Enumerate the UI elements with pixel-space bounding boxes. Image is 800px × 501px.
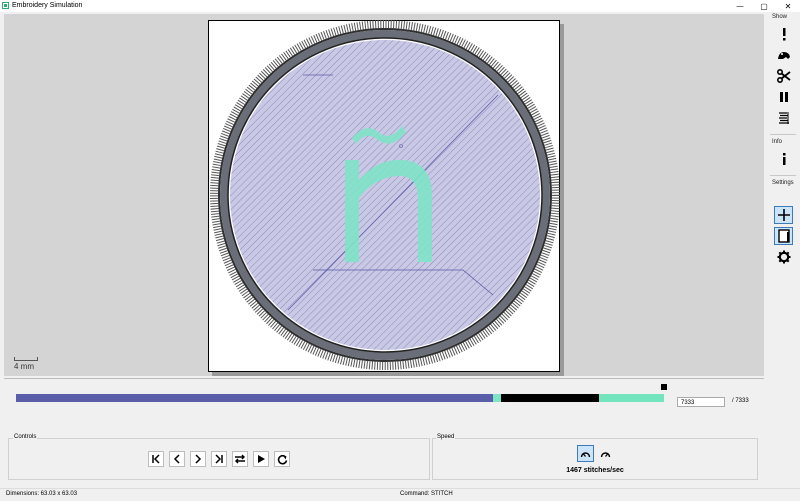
speed-label: Speed (436, 434, 456, 440)
progress-segment (16, 394, 493, 402)
swap-direction-icon (235, 454, 245, 464)
maximize-icon: ▢ (760, 1, 768, 11)
toggle-jumps-button[interactable] (774, 46, 793, 64)
toggle-trims-button[interactable] (774, 67, 793, 85)
minimize-button[interactable]: — (728, 0, 752, 12)
slower-button[interactable] (577, 445, 594, 462)
progress-segment (493, 394, 501, 402)
scale-bar (14, 357, 38, 361)
progress-slider-handle[interactable] (661, 384, 667, 390)
crosshair-icon (777, 209, 790, 221)
current-stitch-input[interactable]: 7333 (677, 397, 725, 407)
swap-direction-button[interactable] (232, 451, 248, 467)
scale-label: 4 mm (14, 362, 34, 371)
close-button[interactable]: ✕ (776, 0, 800, 12)
step-forward-button[interactable] (190, 451, 206, 467)
stitch-list-icon (778, 112, 789, 124)
scissors-icon (776, 69, 791, 83)
skip-to-end-icon (215, 454, 223, 464)
fill-stitch-area (230, 40, 540, 350)
warning-icon (782, 28, 785, 41)
info-button[interactable] (774, 150, 793, 168)
settings-button[interactable] (774, 248, 793, 266)
show-section-label: Show (772, 14, 788, 20)
play-icon (258, 455, 265, 463)
info-icon (782, 153, 785, 165)
toggle-crosshair-button[interactable] (774, 206, 793, 224)
gear-icon (777, 250, 790, 264)
status-command: Command: STITCH (400, 491, 453, 497)
skip-to-end-button[interactable] (211, 451, 227, 467)
pause-icon (779, 92, 788, 102)
window-title: Embroidery Simulation (12, 2, 83, 9)
app-icon (2, 2, 9, 9)
restart-button[interactable] (274, 451, 290, 467)
step-back-button[interactable] (169, 451, 185, 467)
controls-label: Controls (13, 434, 38, 440)
progress-segment (501, 394, 599, 402)
refresh-icon (277, 454, 287, 464)
faster-icon (600, 451, 611, 457)
slower-icon (580, 451, 591, 457)
step-forward-icon (195, 454, 202, 464)
info-section-label: Info (772, 139, 783, 145)
status-dimensions: Dimensions: 63.03 x 63.03 (6, 491, 78, 497)
toggle-page-button[interactable] (774, 227, 793, 245)
page-icon (777, 229, 790, 243)
settings-section-label: Settings (772, 180, 794, 186)
play-button[interactable] (253, 451, 269, 467)
step-back-icon (173, 454, 180, 464)
toggle-stops-button[interactable] (774, 88, 793, 106)
skip-to-start-icon (152, 454, 160, 464)
sidebar-divider (770, 175, 796, 176)
toggle-warnings-button[interactable] (774, 25, 793, 43)
minimize-icon: — (736, 2, 744, 10)
embroidery-design (210, 20, 560, 370)
close-icon: ✕ (784, 1, 792, 11)
sidebar-divider (770, 134, 796, 135)
progress-track[interactable] (16, 394, 664, 402)
skip-to-start-button[interactable] (148, 451, 164, 467)
panel-divider (4, 378, 764, 379)
frog-icon (777, 52, 790, 59)
toggle-stitch-list-button[interactable] (774, 109, 793, 127)
faster-button[interactable] (597, 445, 614, 462)
speed-value: 1467 stitches/sec (566, 467, 624, 474)
maximize-button[interactable]: ▢ (752, 0, 776, 12)
title-bar (0, 0, 800, 12)
progress-segment (599, 394, 664, 402)
total-stitches: / 7333 (732, 398, 749, 404)
